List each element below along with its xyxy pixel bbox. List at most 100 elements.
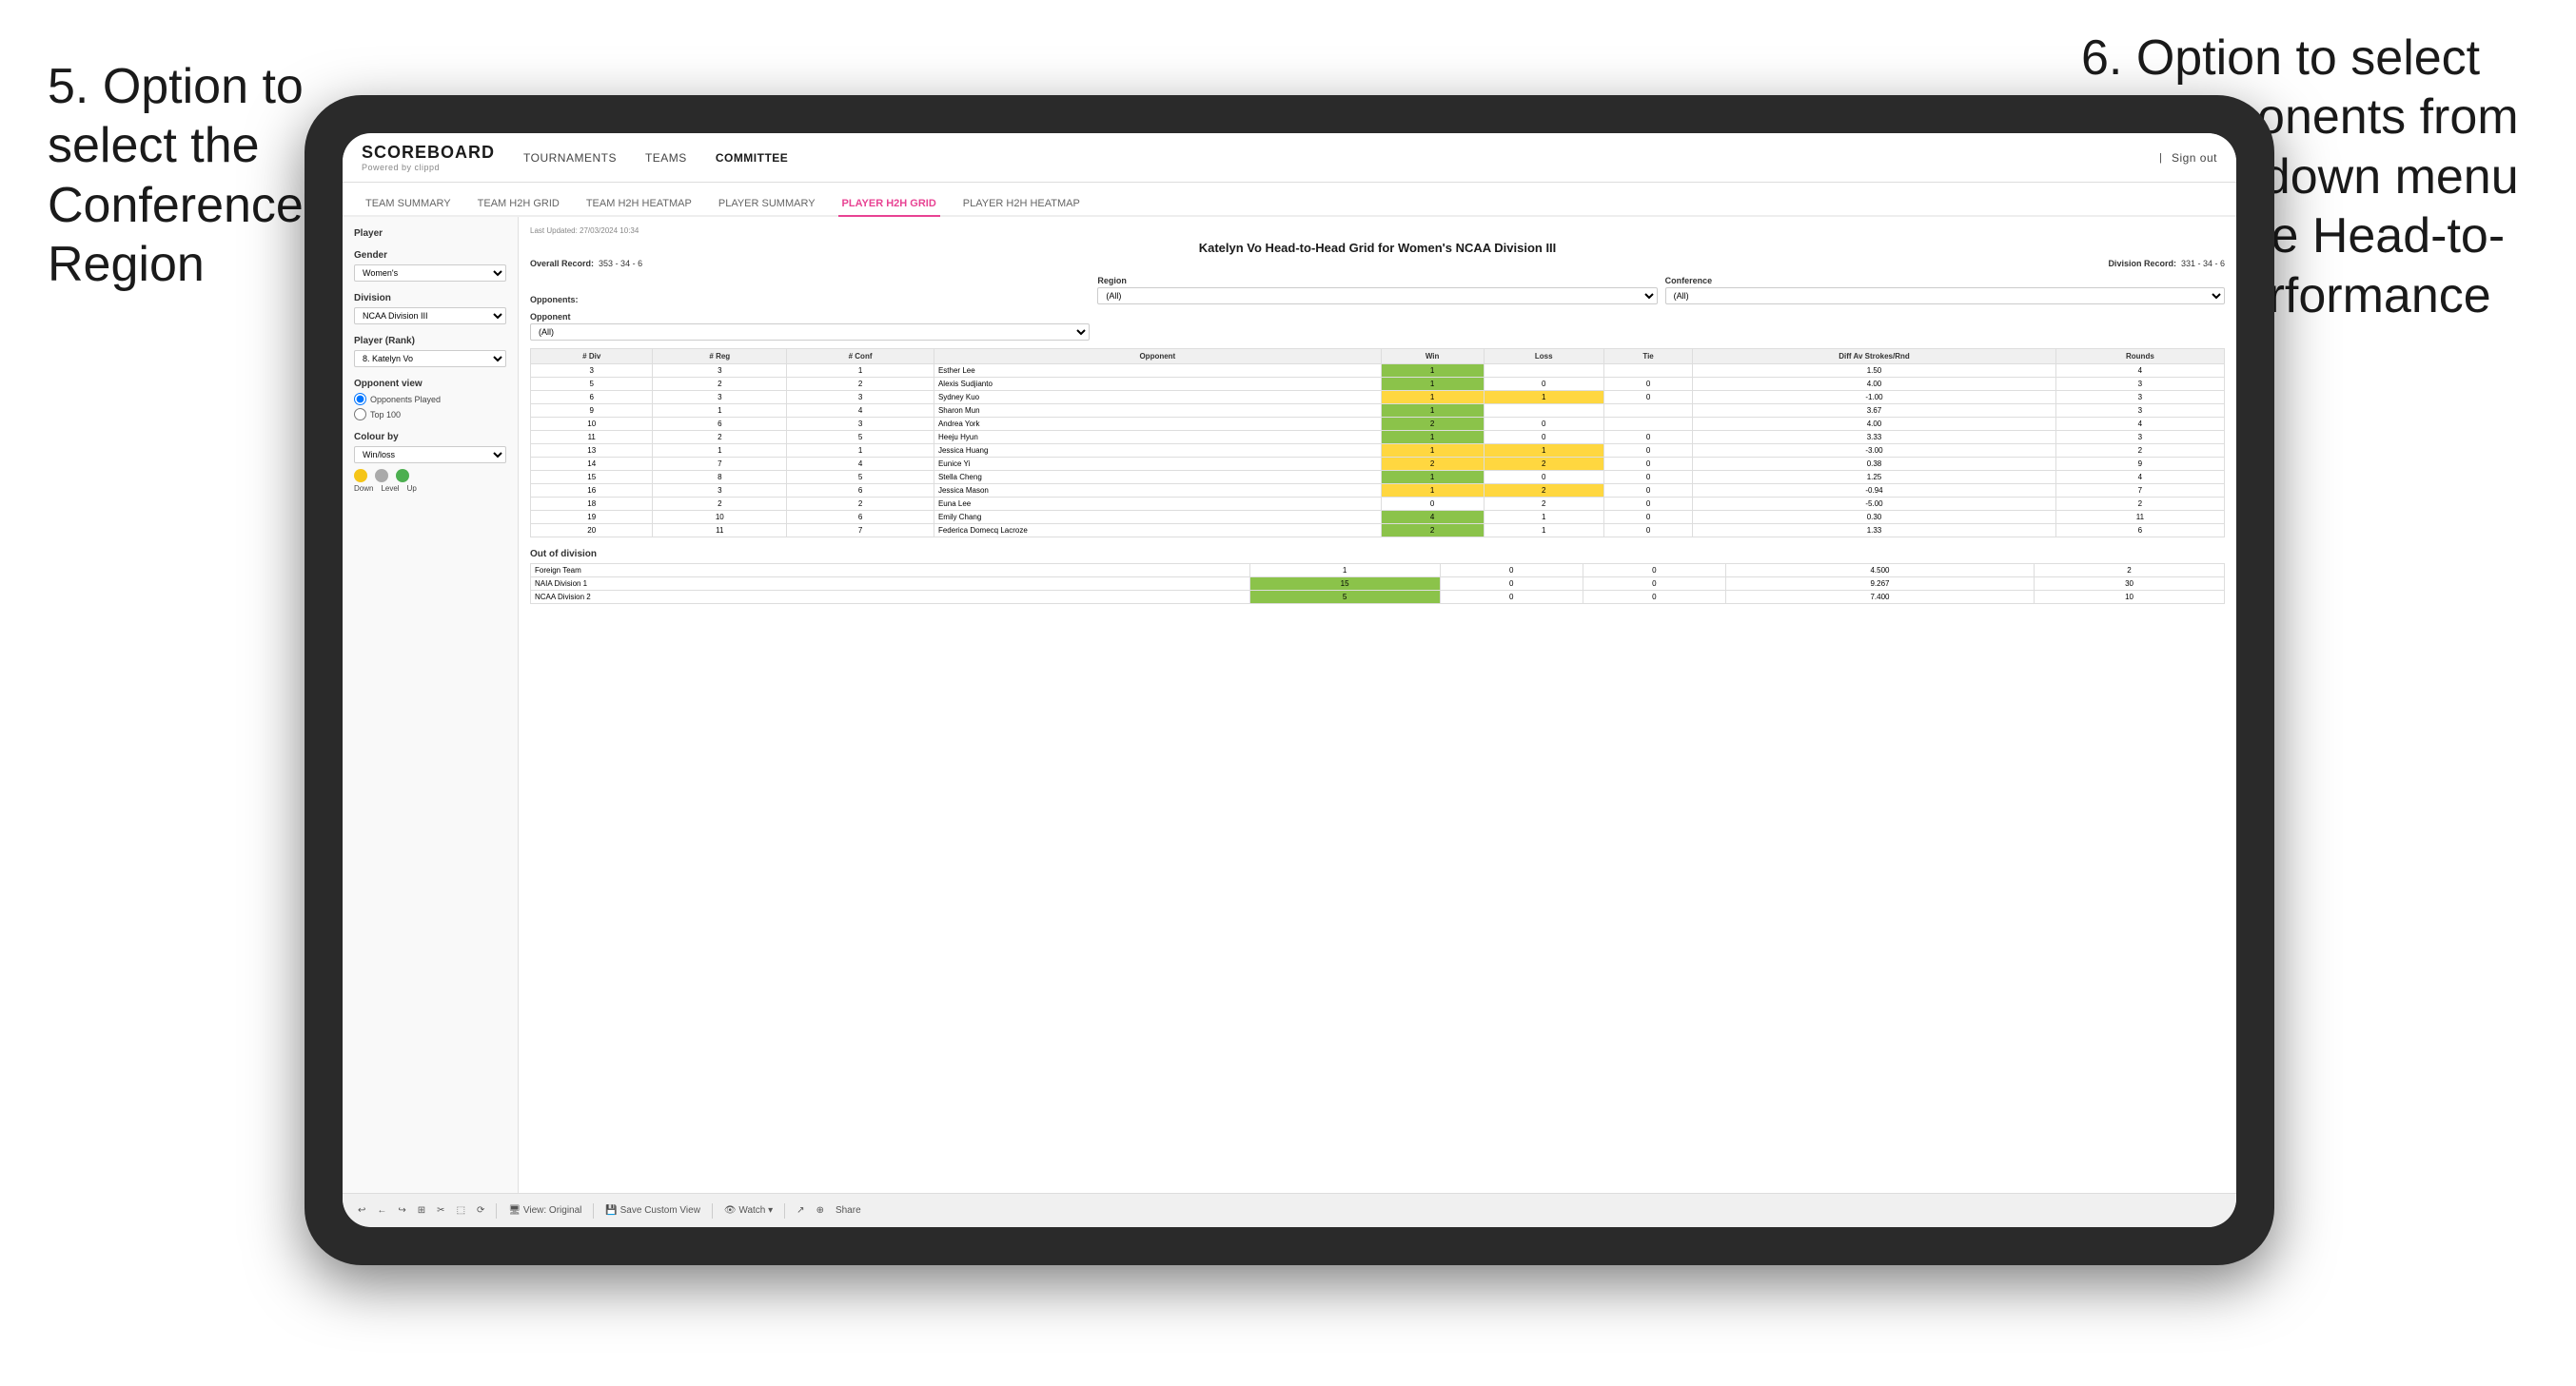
table-row: 1585 Stella Cheng 100 1.254 [531,471,2225,484]
th-tie: Tie [1603,349,1692,364]
radio-opponents-played[interactable]: Opponents Played [354,393,506,405]
toolbar-watch[interactable]: 👁 Watch ▾ [724,1205,773,1216]
opponent-filter-label: Opponent [530,312,1090,322]
dot-down [354,469,367,482]
colour-by-label: Colour by [354,432,506,442]
subnav-player-h2h-heatmap[interactable]: PLAYER H2H HEATMAP [959,192,1084,217]
toolbar-sep3 [712,1203,713,1219]
subnav-team-summary[interactable]: TEAM SUMMARY [362,192,455,217]
out-of-division-header: Out of division [530,549,2225,559]
th-loss: Loss [1484,349,1603,364]
opponent-select[interactable]: (All) [530,323,1090,341]
opponent-filter-group: Opponent (All) [530,312,1090,341]
sidebar-gender-label: Gender [354,250,506,261]
region-select[interactable]: (All) [1097,287,1657,304]
main-table: # Div # Reg # Conf Opponent Win Loss Tie… [530,348,2225,537]
nav-tournaments[interactable]: TOURNAMENTS [523,147,617,168]
table-row: Foreign Team 100 4.5002 [531,564,2225,577]
subnav-team-h2h-heatmap[interactable]: TEAM H2H HEATMAP [582,192,696,217]
app-header: SCOREBOARD Powered by clippd TOURNAMENTS… [343,133,2236,183]
radio-top100[interactable]: Top 100 [354,408,506,420]
sidebar-playerrank-section: Player (Rank) 8. Katelyn Vo [354,336,506,367]
record-row: Overall Record: 353 - 34 - 6 Division Re… [530,259,2225,268]
main-content: Player Gender Women's Division NCAA Divi… [343,217,2236,1193]
sidebar: Player Gender Women's Division NCAA Divi… [343,217,519,1193]
right-panel: Last Updated: 27/03/2024 10:34 Katelyn V… [519,217,2236,1193]
toolbar-save-custom[interactable]: 💾 Save Custom View [605,1205,700,1216]
table-row: 633 Sydney Kuo 110 -1.003 [531,391,2225,404]
division-select[interactable]: NCAA Division III [354,307,506,324]
overall-record: Overall Record: 353 - 34 - 6 [530,259,642,268]
sidebar-player-label: Player [354,228,506,239]
region-filter-label: Region [1097,276,1657,285]
conference-filter-group: Conference (All) [1665,276,2225,304]
sidebar-division-label: Division [354,293,506,303]
toolbar-sep2 [593,1203,594,1219]
table-row: 19106 Emily Chang 410 0.3011 [531,511,2225,524]
opponents-label: Opponents: [530,295,1090,304]
colour-by-section: Colour by Win/loss Down Level Up [354,432,506,493]
toolbar-share[interactable]: Share [836,1205,861,1216]
th-div: # Div [531,349,653,364]
sidebar-playerrank-label: Player (Rank) [354,336,506,346]
table-row: 331 Esther Lee 1 1.504 [531,364,2225,378]
table-row: 1125 Heeju Hyun 100 3.333 [531,431,2225,444]
sidebar-opponent-view-section: Opponent view Opponents Played Top 100 [354,379,506,420]
header-pipe: | [2159,152,2162,164]
logo: SCOREBOARD Powered by clippd [362,143,495,172]
toolbar-back[interactable]: ← [377,1205,386,1216]
th-win: Win [1381,349,1484,364]
subnav-team-h2h-grid[interactable]: TEAM H2H GRID [474,192,563,217]
sidebar-division-section: Division NCAA Division III [354,293,506,324]
toolbar-redo[interactable]: ↪ [398,1205,405,1216]
toolbar-export[interactable]: ↗ [796,1205,804,1216]
subnav-player-h2h-grid[interactable]: PLAYER H2H GRID [838,192,940,217]
tablet-device: SCOREBOARD Powered by clippd TOURNAMENTS… [305,95,2274,1265]
table-row: 522 Alexis Sudjianto 100 4.003 [531,378,2225,391]
label-level: Level [381,484,399,493]
subnav-player-summary[interactable]: PLAYER SUMMARY [715,192,819,217]
th-conf: # Conf [787,349,934,364]
main-nav: TOURNAMENTS TEAMS COMMITTEE [523,147,2159,168]
table-row: 20117 Federica Domecq Lacroze 210 1.336 [531,524,2225,537]
sign-out-link[interactable]: Sign out [2172,147,2217,168]
nav-committee[interactable]: COMMITTEE [716,147,789,168]
division-record-value: 331 - 34 - 6 [2181,259,2225,268]
out-of-division-table: Foreign Team 100 4.5002 NAIA Division 1 … [530,563,2225,604]
th-opponent: Opponent [934,349,1381,364]
toolbar-undo[interactable]: ↩ [358,1205,365,1216]
colour-labels: Down Level Up [354,484,506,493]
table-row: 1636 Jessica Mason 120 -0.947 [531,484,2225,498]
opponent-view-label: Opponent view [354,379,506,389]
sub-nav: TEAM SUMMARY TEAM H2H GRID TEAM H2H HEAT… [343,183,2236,217]
opponents-label-group: Opponents: [530,295,1090,304]
colour-by-select[interactable]: Win/loss [354,446,506,463]
table-row: NAIA Division 1 1500 9.26730 [531,577,2225,591]
table-row: 1474 Eunice Yi 220 0.389 [531,458,2225,471]
toolbar-add[interactable]: ⊕ [816,1205,824,1216]
gender-select[interactable]: Women's [354,264,506,282]
table-row: 914 Sharon Mun 1 3.673 [531,404,2225,418]
nav-teams[interactable]: TEAMS [645,147,687,168]
logo-main: SCOREBOARD [362,143,495,163]
dot-level [375,469,388,482]
toolbar-refresh[interactable]: ⟳ [477,1205,484,1216]
label-up: Up [407,484,417,493]
overall-record-label: Overall Record: [530,259,594,268]
player-rank-select[interactable]: 8. Katelyn Vo [354,350,506,367]
last-updated: Last Updated: 27/03/2024 10:34 [530,226,2225,235]
th-rounds: Rounds [2055,349,2224,364]
toolbar-copy[interactable]: ⬚ [457,1205,465,1216]
opponent-view-radios: Opponents Played Top 100 [354,393,506,420]
tablet-screen: SCOREBOARD Powered by clippd TOURNAMENTS… [343,133,2236,1227]
toolbar-grid[interactable]: ⊞ [418,1205,425,1216]
toolbar-sep4 [784,1203,785,1219]
table-row: NCAA Division 2 500 7.40010 [531,591,2225,604]
toolbar-cut[interactable]: ✂ [437,1205,444,1216]
toolbar-view-original[interactable]: 🖥 View: Original [508,1205,581,1216]
th-diff: Diff Av Strokes/Rnd [1693,349,2056,364]
table-row: 1063 Andrea York 20 4.004 [531,418,2225,431]
logo-sub: Powered by clippd [362,163,495,172]
conference-select[interactable]: (All) [1665,287,2225,304]
region-filter-group: Region (All) [1097,276,1657,304]
